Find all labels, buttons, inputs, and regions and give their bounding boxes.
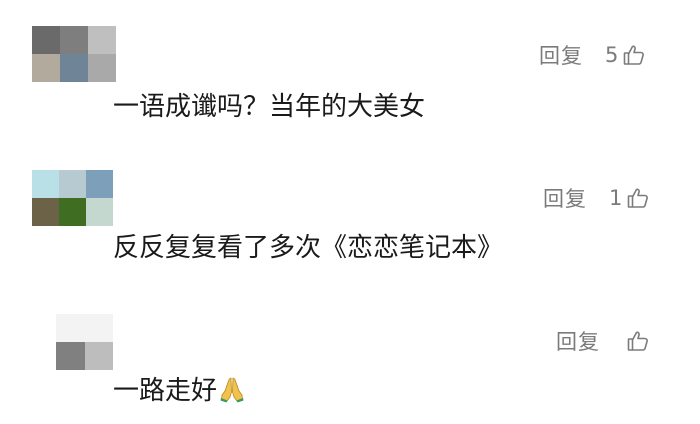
- avatar-pixel: [32, 54, 60, 82]
- thumbs-up-icon[interactable]: [626, 329, 650, 353]
- avatar-pixel: [88, 26, 116, 54]
- comment-actions: 回复: [556, 326, 650, 356]
- avatar-pixel: [86, 170, 113, 198]
- avatar[interactable]: [32, 26, 116, 82]
- thumbs-up-icon[interactable]: [622, 43, 646, 67]
- avatar-pixel: [32, 26, 60, 54]
- thumbs-up-icon[interactable]: [626, 186, 650, 210]
- avatar-pixel: [56, 342, 85, 370]
- comment-text: 一路走好: [113, 370, 245, 407]
- reply-button[interactable]: 回复: [543, 183, 587, 213]
- avatar-pixel: [32, 170, 59, 198]
- avatar-pixel: [56, 314, 85, 342]
- comment-text: 反反复复看了多次《恋恋笔记本》: [113, 233, 504, 263]
- comment-actions: 回复 1: [543, 183, 650, 213]
- like-count: 5: [605, 43, 619, 67]
- avatar-pixel: [60, 54, 88, 82]
- like-count: 1: [609, 186, 623, 210]
- avatar-pixel: [86, 198, 113, 226]
- avatar[interactable]: [56, 314, 113, 370]
- comment-actions: 回复 5: [539, 40, 646, 70]
- comment-text-content: 一路走好: [113, 376, 218, 406]
- avatar-pixel: [88, 54, 116, 82]
- avatar-pixel: [84, 314, 113, 342]
- reply-button[interactable]: 回复: [539, 40, 583, 70]
- avatar-pixel: [32, 198, 59, 226]
- avatar-pixel: [59, 198, 86, 226]
- reply-button[interactable]: 回复: [556, 326, 600, 356]
- avatar-pixel: [59, 170, 86, 198]
- avatar-pixel: [60, 26, 88, 54]
- folded-hands-icon: [219, 375, 245, 403]
- avatar-pixel: [84, 342, 113, 370]
- comment-text: 一语成谶吗？当年的大美女: [113, 92, 426, 122]
- avatar[interactable]: [32, 170, 113, 226]
